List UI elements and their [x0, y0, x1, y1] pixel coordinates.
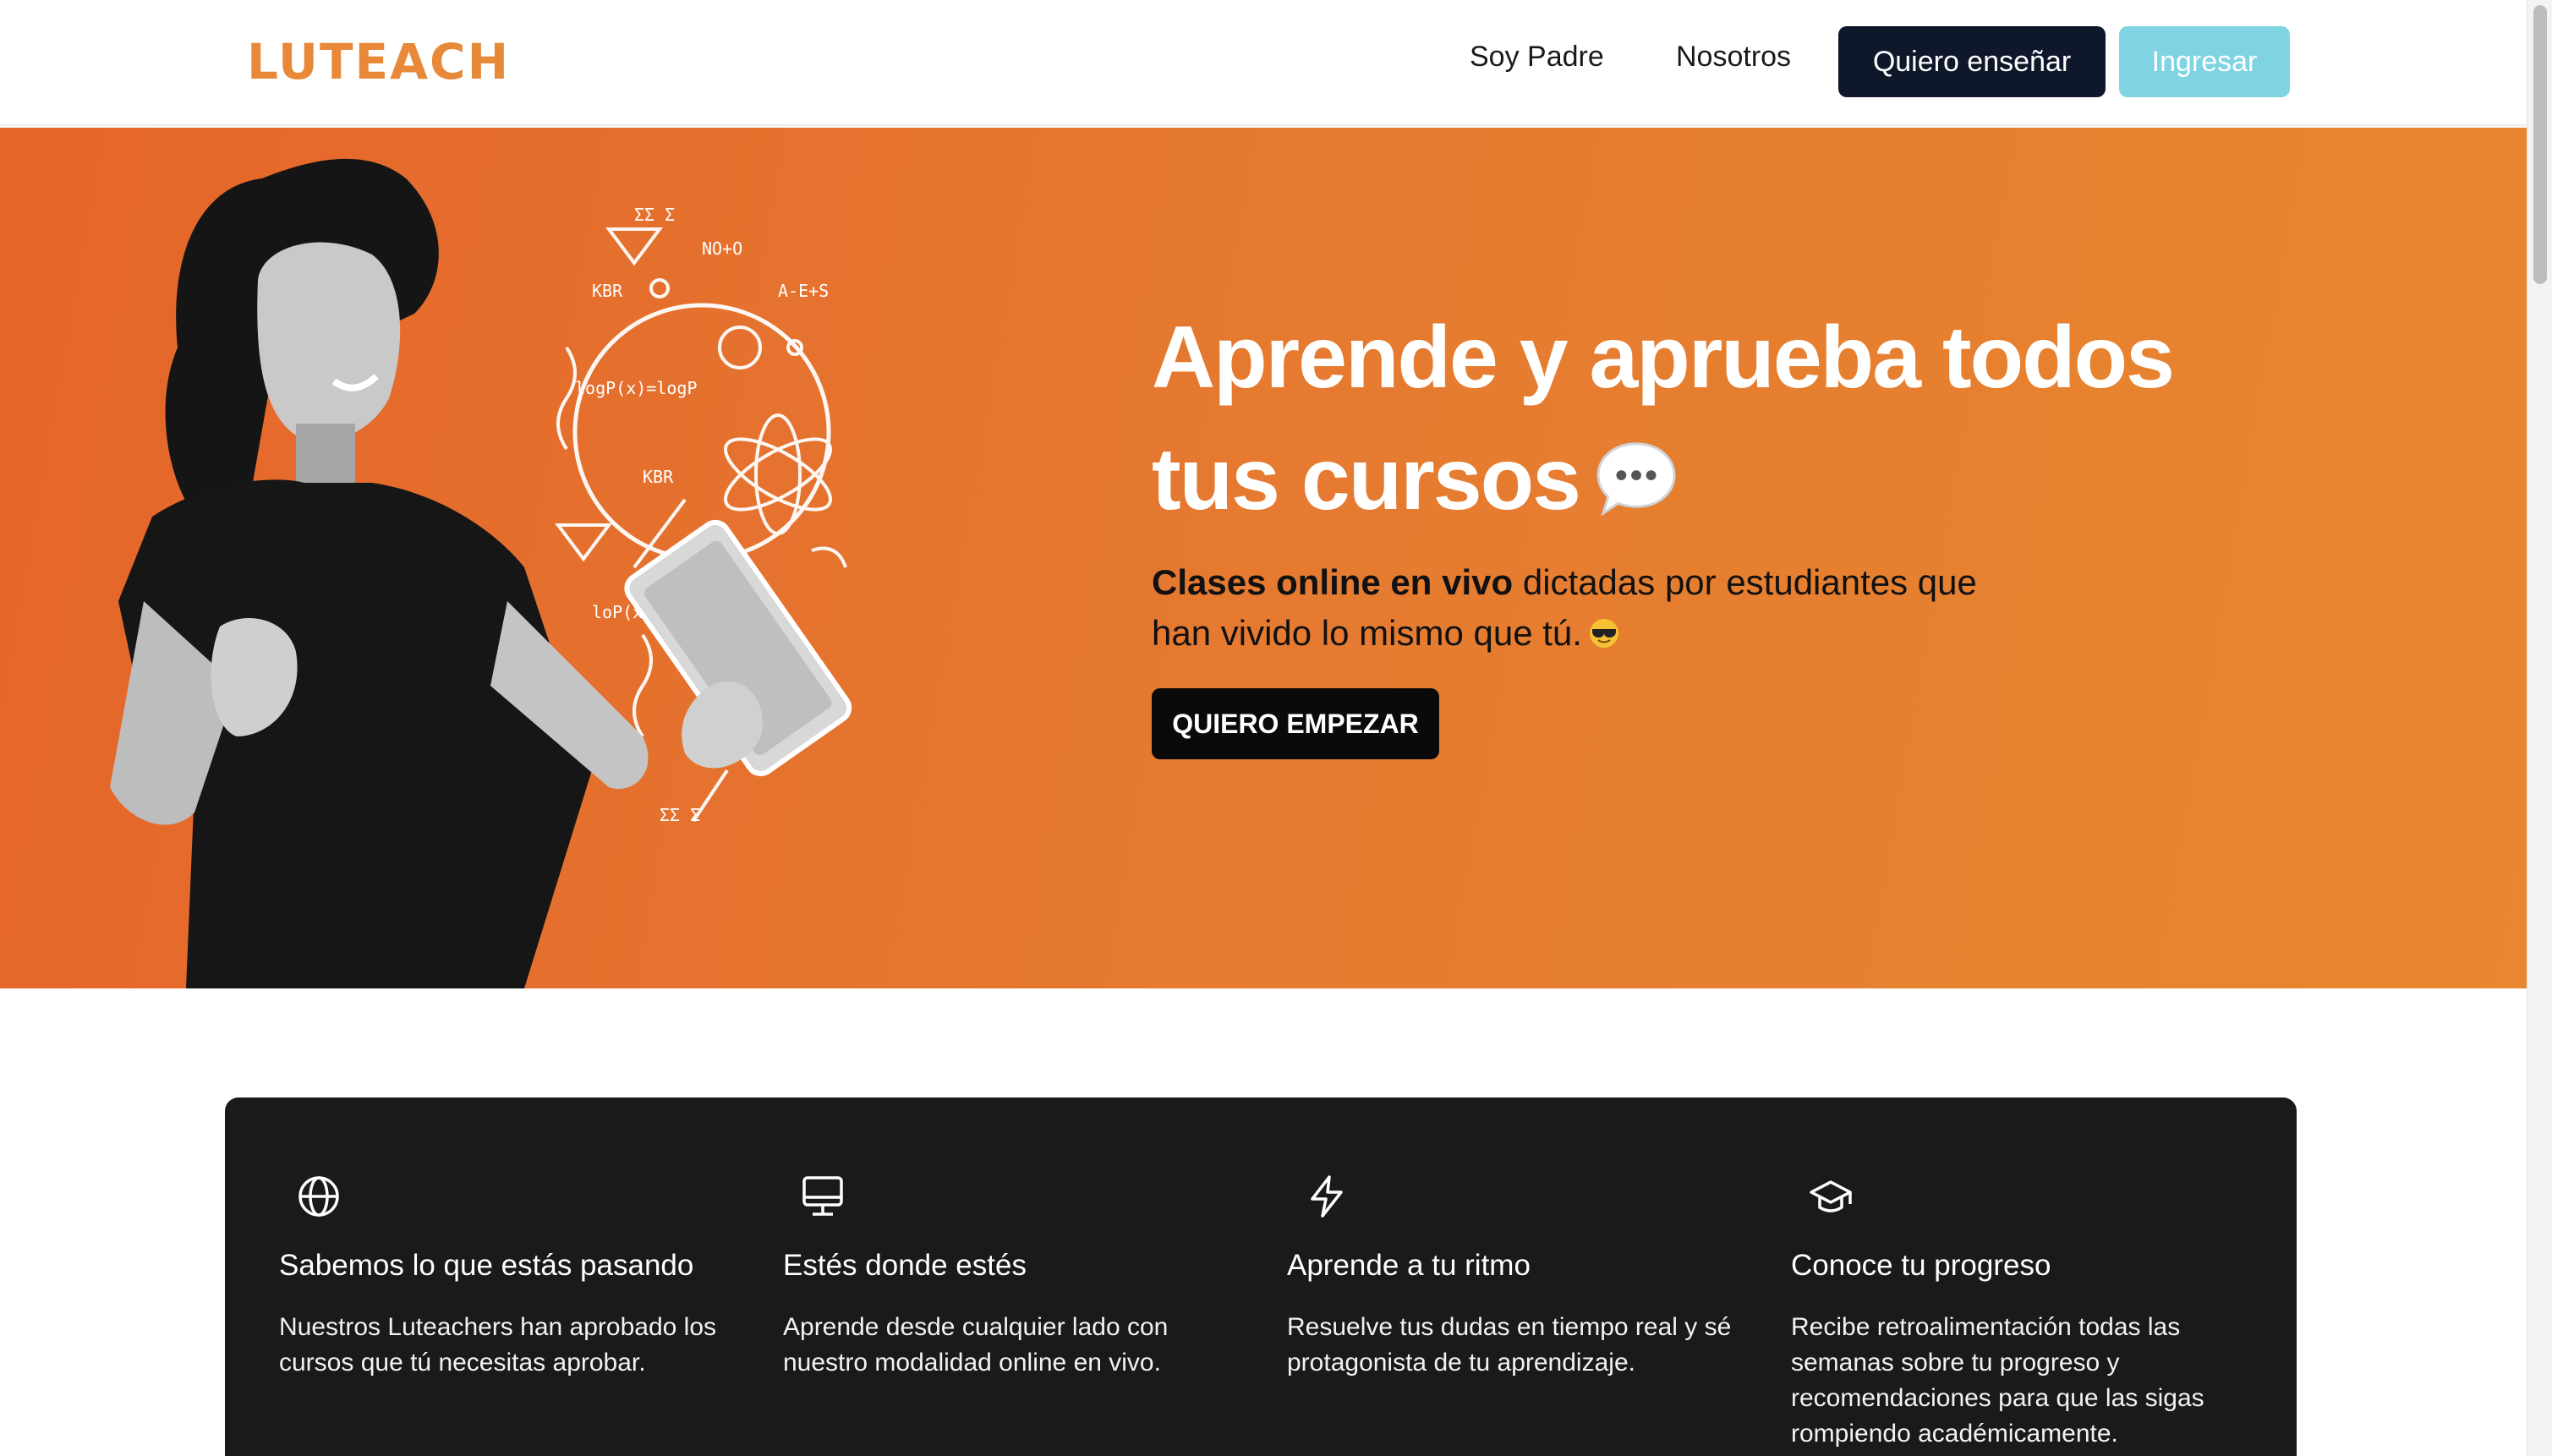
quiero-empezar-button[interactable]: QUIERO EMPEZAR	[1152, 688, 1439, 759]
svg-text:NO+O: NO+O	[702, 238, 742, 259]
svg-text:KBR: KBR	[643, 467, 674, 487]
feature-card: Conoce tu progreso Recibe retroalimentac…	[1791, 1174, 2248, 1452]
feature-title: Sabemos lo que estás pasando	[279, 1249, 694, 1282]
scrollbar-thumb[interactable]	[2533, 5, 2547, 284]
face	[257, 242, 401, 443]
lightning-icon	[1311, 1175, 1343, 1218]
feature-title: Conoce tu progreso	[1791, 1249, 2051, 1282]
nav-soy-padre[interactable]: Soy Padre	[1470, 42, 1604, 71]
nav-nosotros[interactable]: Nosotros	[1676, 42, 1791, 71]
feature-title: Estés donde estés	[783, 1249, 1027, 1282]
svg-text:A-E+S: A-E+S	[778, 281, 829, 301]
svg-text:KBR: KBR	[592, 281, 623, 301]
svg-text:logP(x)=logP: logP(x)=logP	[575, 378, 698, 398]
speech-bubble-icon	[1596, 441, 1676, 517]
feature-description: Recibe retroalimentación todas las seman…	[1791, 1313, 2204, 1448]
svg-text:ΣΣ Σ: ΣΣ Σ	[634, 205, 675, 225]
feature-description: Resuelve tus dudas en tiempo real y sé p…	[1287, 1313, 1732, 1377]
page-scrollbar[interactable]	[2527, 0, 2552, 1456]
hero-section: ΣΣ Σ NO+O KBR A-E+S logP(x)=logP KBR loP…	[0, 128, 2527, 988]
sunglasses-emoji-icon	[1589, 619, 1618, 648]
luteach-logo[interactable]: LUTEACH	[247, 37, 510, 86]
features-panel: Sabemos lo que estás pasando Nuestros Lu…	[225, 1097, 2297, 1456]
graduation-cap-icon	[1810, 1180, 1852, 1212]
svg-text:ΣΣ Σ: ΣΣ Σ	[660, 805, 700, 825]
student-with-tablet-illustration: ΣΣ Σ NO+O KBR A-E+S logP(x)=logP KBR loP…	[110, 158, 852, 988]
monitor-icon	[802, 1176, 843, 1216]
feature-card: Estés donde estés Aprende desde cualquie…	[783, 1174, 1240, 1381]
feature-card: Sabemos lo que estás pasando Nuestros Lu…	[279, 1174, 736, 1381]
site-header: LUTEACH Soy Padre Nosotros Quiero enseña…	[0, 0, 2527, 126]
hero-subtitle: Clases online en vivo dictadas por estud…	[1152, 557, 1997, 659]
feature-title: Aprende a tu ritmo	[1287, 1249, 1531, 1282]
quiero-ensenar-button[interactable]: Quiero enseñar	[1838, 26, 2106, 97]
feature-description: Aprende desde cualquier lado con nuestro…	[783, 1313, 1169, 1377]
globe-icon	[298, 1176, 339, 1217]
hero-subtitle-bold: Clases online en vivo	[1152, 562, 1514, 602]
hero-title: Aprende y aprueba todos tus cursos	[1152, 297, 2268, 540]
feature-card: Aprende a tu ritmo Resuelve tus dudas en…	[1287, 1174, 1744, 1381]
ingresar-button[interactable]: Ingresar	[2119, 26, 2290, 97]
feature-description: Nuestros Luteachers han aprobado los cur…	[279, 1313, 717, 1377]
